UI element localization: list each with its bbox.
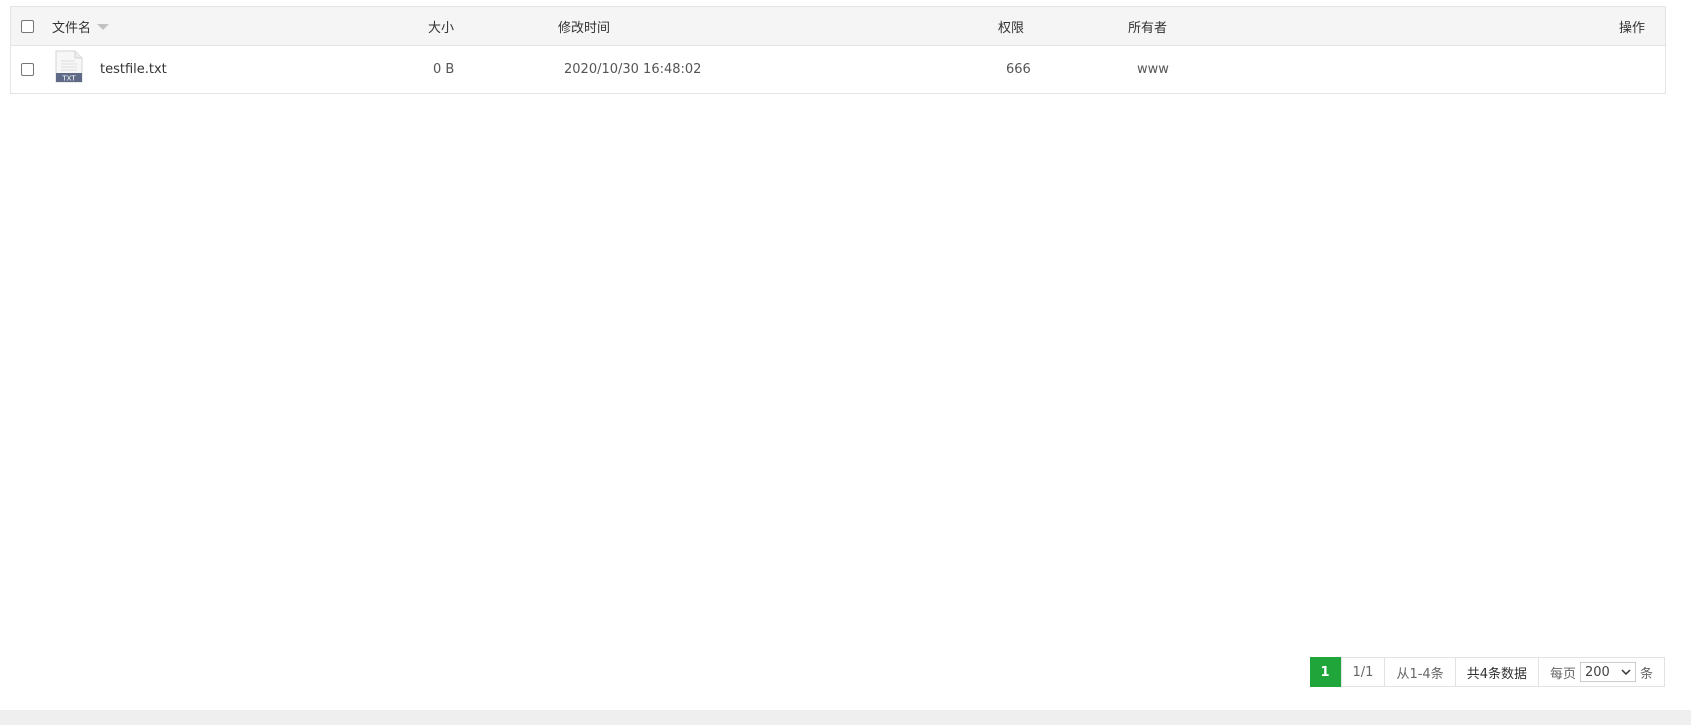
page-range: 从1-4条: [1384, 658, 1454, 686]
chevron-down-icon: [1621, 669, 1631, 675]
table-row[interactable]: TXT testfile.txt 0 B 2020/10/30 16:48:02…: [11, 46, 1665, 93]
row-mtime-cell: 2020/10/30 16:48:02: [564, 46, 701, 93]
txt-file-icon: TXT: [55, 50, 83, 83]
file-name-link[interactable]: testfile.txt: [100, 62, 167, 77]
total-count: 共4条数据: [1454, 658, 1538, 686]
txt-file-icon-label: TXT: [61, 75, 76, 83]
page-current-button[interactable]: 1: [1309, 657, 1341, 687]
row-checkbox[interactable]: [21, 63, 34, 76]
table-header: 文件名 大小 修改时间 权限 所有者 操作: [11, 7, 1665, 46]
row-owner-cell[interactable]: www: [1137, 46, 1169, 93]
per-page-label: 每页: [1549, 666, 1576, 682]
row-perm-cell[interactable]: 666: [1006, 46, 1031, 93]
per-page-unit: 条: [1639, 666, 1653, 682]
header-permissions[interactable]: 权限: [998, 7, 1024, 45]
header-actions: 操作: [1619, 7, 1645, 45]
file-table: 文件名 大小 修改时间 权限 所有者 操作 TXT testfile.txt 0…: [10, 6, 1666, 94]
header-mtime[interactable]: 修改时间: [558, 7, 610, 45]
file-size: 0 B: [433, 62, 455, 77]
header-owner-label: 所有者: [1128, 20, 1168, 36]
file-permissions[interactable]: 666: [1006, 62, 1031, 77]
file-owner[interactable]: www: [1137, 62, 1169, 77]
per-page-select[interactable]: 200: [1579, 662, 1636, 682]
header-perm-label: 权限: [998, 20, 1025, 36]
file-mtime: 2020/10/30 16:48:02: [564, 62, 702, 77]
pagination: 1 1/1 从1-4条 共4条数据 每页 200 条: [1309, 657, 1665, 687]
header-size[interactable]: 大小: [428, 7, 454, 45]
header-mtime-label: 修改时间: [558, 20, 611, 36]
file-manager-view: 文件名 大小 修改时间 权限 所有者 操作 TXT testfile.txt 0…: [0, 0, 1691, 725]
sort-desc-icon[interactable]: [97, 23, 110, 30]
per-page-group: 每页 200 条: [1537, 658, 1664, 686]
row-name-cell[interactable]: testfile.txt: [100, 46, 167, 93]
header-size-label: 大小: [428, 20, 455, 36]
select-all-checkbox[interactable]: [21, 19, 34, 33]
row-select-cell: [21, 46, 34, 93]
per-page-value: 200: [1584, 664, 1610, 680]
header-owner[interactable]: 所有者: [1128, 7, 1167, 45]
select-all-cell: [21, 7, 34, 45]
header-name[interactable]: 文件名: [52, 7, 110, 45]
bottom-strip: [0, 710, 1691, 725]
page-of-indicator: 1/1: [1340, 658, 1385, 686]
header-name-label: 文件名: [52, 20, 92, 36]
header-actions-label: 操作: [1618, 20, 1645, 36]
row-size-cell: 0 B: [433, 46, 454, 93]
